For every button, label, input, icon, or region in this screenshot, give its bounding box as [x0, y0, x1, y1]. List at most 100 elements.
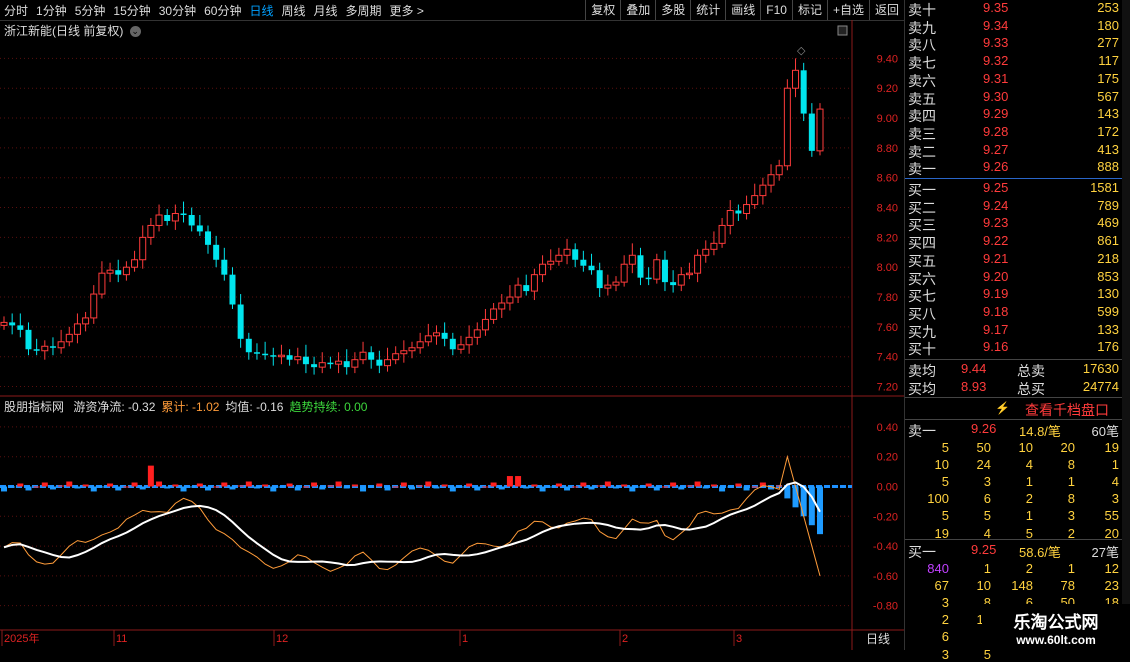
candle-body [547, 260, 555, 265]
indicator-bar [107, 483, 114, 487]
tick-cell: 8 [1067, 457, 1075, 473]
watermark-url: www.60lt.com [1016, 633, 1096, 647]
indicator-bar [66, 481, 73, 487]
indicator-bar [253, 486, 260, 489]
tick-cell: 1 [983, 561, 991, 576]
buy-level-price: 9.24 [983, 197, 1009, 213]
lightning-icon: ⚡ [995, 401, 1010, 415]
candle-body [637, 255, 644, 278]
indicator-bar [237, 485, 244, 487]
candle-body [253, 352, 260, 354]
candle-body [25, 329, 32, 350]
candle-body [530, 274, 538, 292]
buy-level-volume: 1581 [1090, 180, 1119, 195]
tick-cell: 2 [941, 612, 949, 628]
candle-body [49, 346, 56, 348]
avg-label: 买均 [908, 381, 936, 397]
candle-body [237, 304, 244, 339]
buy-level-price: 9.16 [983, 339, 1009, 355]
tick-label: 卖一 [908, 423, 936, 439]
sell-level-volume: 413 [1097, 141, 1119, 157]
candle-body [90, 293, 98, 319]
buy-level-volume: 861 [1097, 233, 1119, 249]
indicator-bar [139, 486, 146, 490]
y-tick-label: 8.60 [877, 173, 898, 185]
buy-level-volume: 853 [1097, 268, 1119, 284]
tick-cell: 67 [934, 578, 949, 594]
buy-level-label: 买十 [908, 341, 936, 358]
candle-body [205, 231, 211, 245]
candle-body [351, 359, 359, 368]
indicator-bar [147, 465, 154, 487]
indicator-y-tick: -0.60 [873, 571, 898, 583]
sell-level-price: 9.28 [983, 123, 1009, 139]
candle-body [572, 249, 579, 260]
indicator-bar [531, 484, 538, 487]
indicator-bar [98, 486, 105, 488]
buy-level-price: 9.25 [983, 180, 1009, 195]
indicator-bar [131, 482, 138, 487]
y-tick-label: 8.20 [877, 232, 898, 244]
candle-body [441, 332, 448, 339]
candle-body [555, 254, 563, 262]
candle-body [670, 282, 677, 286]
depth-button[interactable]: 查看千档盘口 [1025, 400, 1109, 420]
candle-body [106, 269, 114, 274]
buy-level-price: 9.18 [983, 303, 1009, 319]
candle-body [82, 317, 90, 325]
indicator-bar [670, 482, 677, 487]
indicator-bar [425, 481, 432, 487]
candle-body [808, 113, 815, 151]
x-tick-label: 12 [276, 633, 288, 645]
tick-cell: 50 [976, 440, 991, 455]
watermark-logo: 乐淘公式网 www.60lt.com [982, 604, 1130, 650]
indicator-bar [400, 482, 407, 487]
candle-body [359, 351, 367, 361]
indicator-bar [188, 486, 195, 488]
candle-body [506, 296, 514, 304]
indicator-bar [115, 486, 122, 491]
sell-level-price: 9.32 [983, 53, 1009, 69]
indicator-bar [245, 481, 252, 487]
y-tick-label: 9.00 [877, 113, 898, 125]
book-separator [905, 359, 1123, 360]
tick-cell: 55 [1104, 508, 1119, 524]
indicator-bar [392, 486, 399, 488]
candle-body [368, 352, 375, 360]
indicator-value: 累计: -1.02 [161, 400, 220, 414]
indicator-bar [335, 481, 342, 487]
indicator-bar [474, 486, 481, 491]
tick-cell: 10 [1018, 440, 1033, 455]
sell-level-volume: 277 [1097, 35, 1119, 51]
candle-body [277, 354, 285, 358]
candle-body [164, 215, 171, 221]
indicator-bar [743, 486, 750, 491]
indicator-bar [180, 486, 187, 492]
indicator-bar [302, 486, 309, 488]
y-tick-label: 8.40 [877, 203, 898, 215]
sell-level-volume: 117 [1098, 53, 1119, 69]
indicator-bar [417, 485, 424, 487]
indicator-bar [694, 481, 701, 487]
y-tick-label: 8.00 [877, 262, 898, 274]
indicator-bar [17, 483, 24, 487]
candle-body [221, 259, 228, 275]
x-tick-label: 2025年 [4, 631, 39, 645]
tick-cell: 4 [1025, 457, 1033, 473]
indicator-bar [90, 486, 97, 492]
candle-body [481, 318, 489, 331]
tick-count: 27笔 [1091, 545, 1119, 560]
candle-body [432, 332, 440, 337]
indicator-bar [41, 482, 48, 487]
candle-body [311, 364, 318, 368]
buy-level-volume: 789 [1097, 197, 1119, 213]
indicator-bar [156, 481, 163, 487]
candle-body [286, 355, 293, 360]
y-tick-label: 8.80 [877, 143, 898, 155]
candle-body [115, 270, 122, 275]
indicator-bar [33, 486, 40, 488]
candle-body [270, 355, 277, 357]
indicator-name[interactable]: 股朋指标网 [4, 400, 64, 414]
tick-price: 9.25 [971, 542, 997, 557]
tick-cell: 840 [927, 561, 949, 576]
